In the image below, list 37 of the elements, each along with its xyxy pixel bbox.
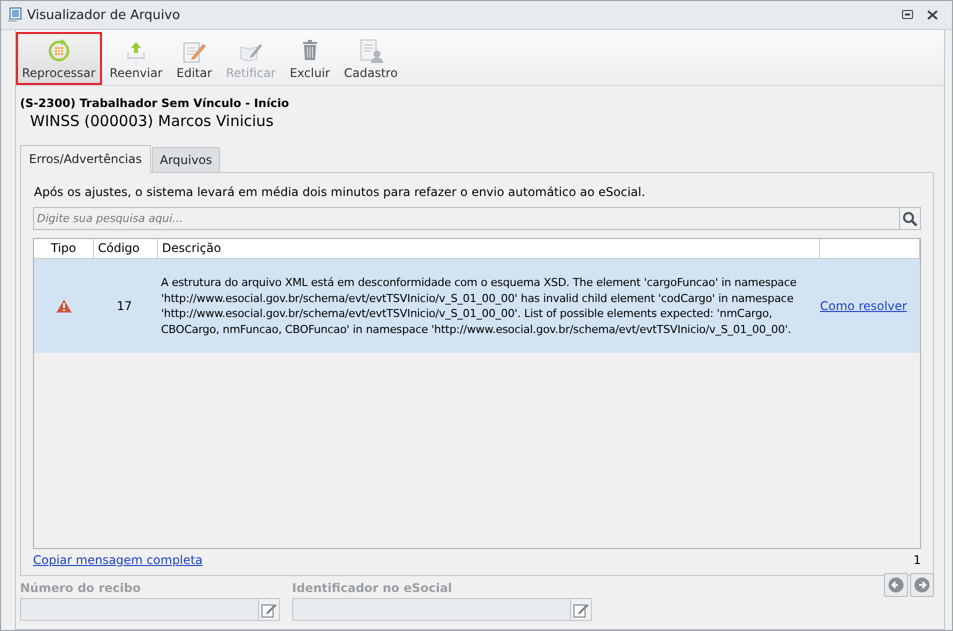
toolbar-button[interactable]: Editar xyxy=(170,32,218,85)
close-icon[interactable] xyxy=(927,10,938,20)
how-to-fix-link[interactable]: Como resolver xyxy=(820,299,907,313)
column-header[interactable]: Código xyxy=(94,239,158,258)
notice-text: Após os ajustes, o sistema levará em média dois minutos para refazer o envio automático ao eSocial. xyxy=(34,185,646,199)
edit-icon xyxy=(261,602,277,618)
column-header[interactable]: Tipo xyxy=(34,239,94,258)
event-title: (S-2300) Trabalhador Sem Vínculo - Início xyxy=(20,96,290,110)
refresh-icon xyxy=(46,38,71,62)
field-label: Identificador no eSocial xyxy=(292,581,454,595)
edit-button[interactable] xyxy=(570,598,592,621)
restore-icon[interactable] xyxy=(902,10,913,19)
field-label: Número do recibo xyxy=(20,581,142,595)
search-field[interactable]: Digite sua pesquisa aqui... xyxy=(33,207,899,230)
worker-name: WINSS (000003) Marcos Vinicius xyxy=(30,112,275,130)
window-icon xyxy=(7,7,23,23)
table-row[interactable] xyxy=(34,259,920,353)
table-cell-text: 17 xyxy=(116,299,133,313)
table-cell-text: A estrutura do arquivo XML está em desconformidade com o esquema XSD. The element 'cargoFuncao' in namespace 'http://www.esocial.gov.br/schema/evt/evtTSVInicio/v_S_01_00_00' has invalid child element 'codCargo' in namespace 'http://www.esocial.gov.br/schema/evt/evtTSVInicio/v_S_01_00_00'. List of possible elements expected: 'nmCargo, CBOCargo, nmFuncao, CBOFuncao' in namespace 'http://www.esocial.gov.br/schema/evt/evtTSVInicio/v_S_01_00_00'. xyxy=(160,275,798,337)
window-title: Visualizador de Arquivo xyxy=(27,8,182,22)
previous-button[interactable] xyxy=(884,573,908,597)
edit-button[interactable] xyxy=(258,598,280,621)
row-count: 1 xyxy=(913,553,921,567)
copy-message-link[interactable]: Copiar mensagem completa xyxy=(33,553,203,567)
toolbar-button[interactable]: Cadastro xyxy=(338,32,404,85)
tab[interactable]: Arquivos xyxy=(152,147,220,172)
next-button[interactable] xyxy=(910,573,934,597)
toolbar-button[interactable]: Reprocessar xyxy=(16,32,102,85)
search-button[interactable] xyxy=(899,207,921,230)
document-user-icon xyxy=(358,38,384,64)
tab[interactable]: Erros/Advertências xyxy=(20,145,151,173)
toolbar-button[interactable]: Excluir xyxy=(284,32,336,85)
column-header[interactable]: Descrição xyxy=(158,239,820,258)
warning-icon xyxy=(56,299,72,313)
search-icon xyxy=(902,210,918,226)
toolbar-button[interactable]: Reenviar xyxy=(104,32,168,85)
edit-icon xyxy=(573,602,589,618)
